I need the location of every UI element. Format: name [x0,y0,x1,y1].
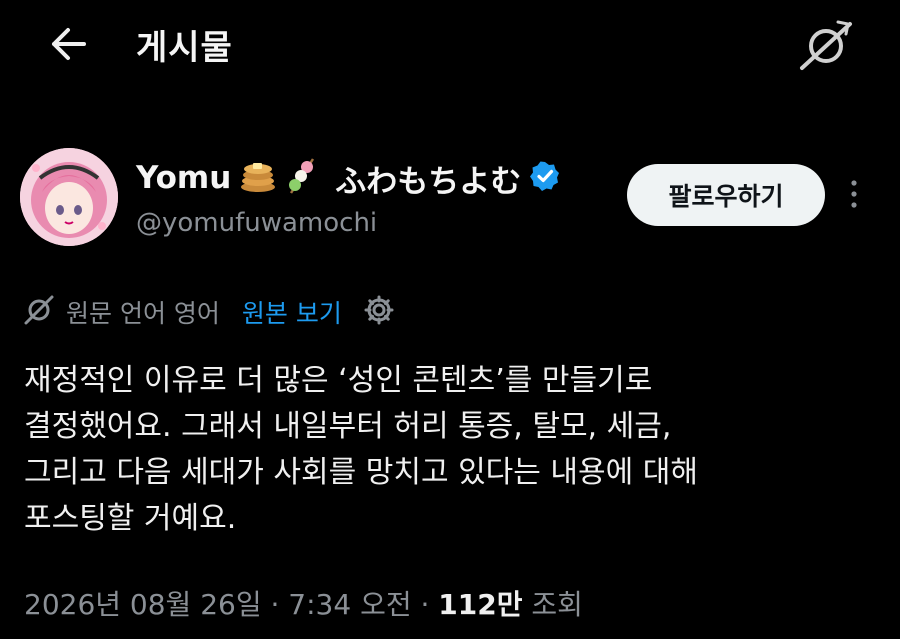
translation-settings-button[interactable] [362,293,396,331]
display-name-japanese[interactable]: ふわもちよむ [335,156,521,201]
more-options-button[interactable] [844,178,864,212]
page-title: 게시물 [136,28,233,68]
tweet-text: 재정적인 이유로 더 많은 ‘성인 콘텐츠’를 만들기로 결정했어요. 그래서 … [24,358,864,542]
author-row: Yomu ふわもちよむ @yomufuwamochi 팔로우하기 [0,140,900,250]
avatar[interactable] [20,148,118,246]
pancakes-emoji [239,159,277,197]
tweet-text-line: 결정했어요. 그래서 내일부터 허리 통증, 탈모, 세금, [24,409,672,444]
tweet-meta: 2026년 08월 26일 · 7:34 오전 · 112만 조회 [24,583,583,623]
avatar-illustration [20,148,118,246]
gear-icon [364,295,394,325]
translate-small-icon [22,293,56,331]
post-timestamp[interactable]: 2026년 08월 26일 · 7:34 오전 · [24,588,438,621]
follow-button[interactable]: 팔로우하기 [627,164,825,226]
tweet-text-line: 그리고 다음 세대가 사회를 망치고 있다는 내용에 대해 [24,455,698,490]
back-button[interactable] [44,22,96,66]
translation-info-row: 원문 언어 영어 원본 보기 [22,292,396,332]
arrow-left-icon [52,28,86,60]
show-original-link[interactable]: 원본 보기 [242,294,342,330]
tweet-text-line: 포스팅할 거예요. [24,501,237,536]
views-label: 조회 [522,588,583,621]
dango-emoji [285,157,319,199]
views-count: 112만 [438,588,523,621]
display-name[interactable]: Yomu [136,160,231,196]
more-vertical-icon [851,180,857,208]
translation-source-label: 원문 언어 영어 [66,299,220,328]
name-row: Yomu ふわもちよむ [136,156,561,201]
tweet-text-line: 재정적인 이유로 더 많은 ‘성인 콘텐츠’를 만들기로 [24,363,653,398]
translate-icon [800,20,852,70]
translate-button[interactable] [796,18,856,74]
user-handle[interactable]: @yomufuwamochi [136,208,377,238]
top-bar: 게시물 [0,0,900,90]
verified-badge-icon [529,160,561,196]
